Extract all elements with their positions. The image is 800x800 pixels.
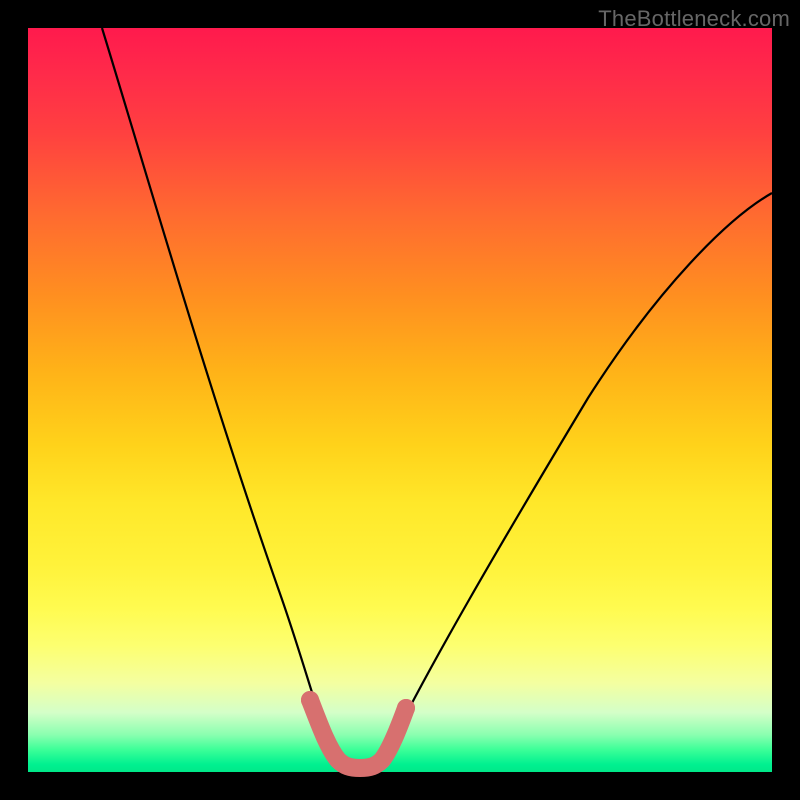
watermark: TheBottleneck.com <box>598 6 790 32</box>
bottleneck-curve <box>102 28 772 768</box>
plot-area <box>28 28 772 772</box>
chart-frame: TheBottleneck.com <box>0 0 800 800</box>
valley-highlight <box>310 700 406 768</box>
valley-dot-right <box>397 699 415 717</box>
chart-svg <box>28 28 772 772</box>
valley-dot-left <box>301 691 319 709</box>
